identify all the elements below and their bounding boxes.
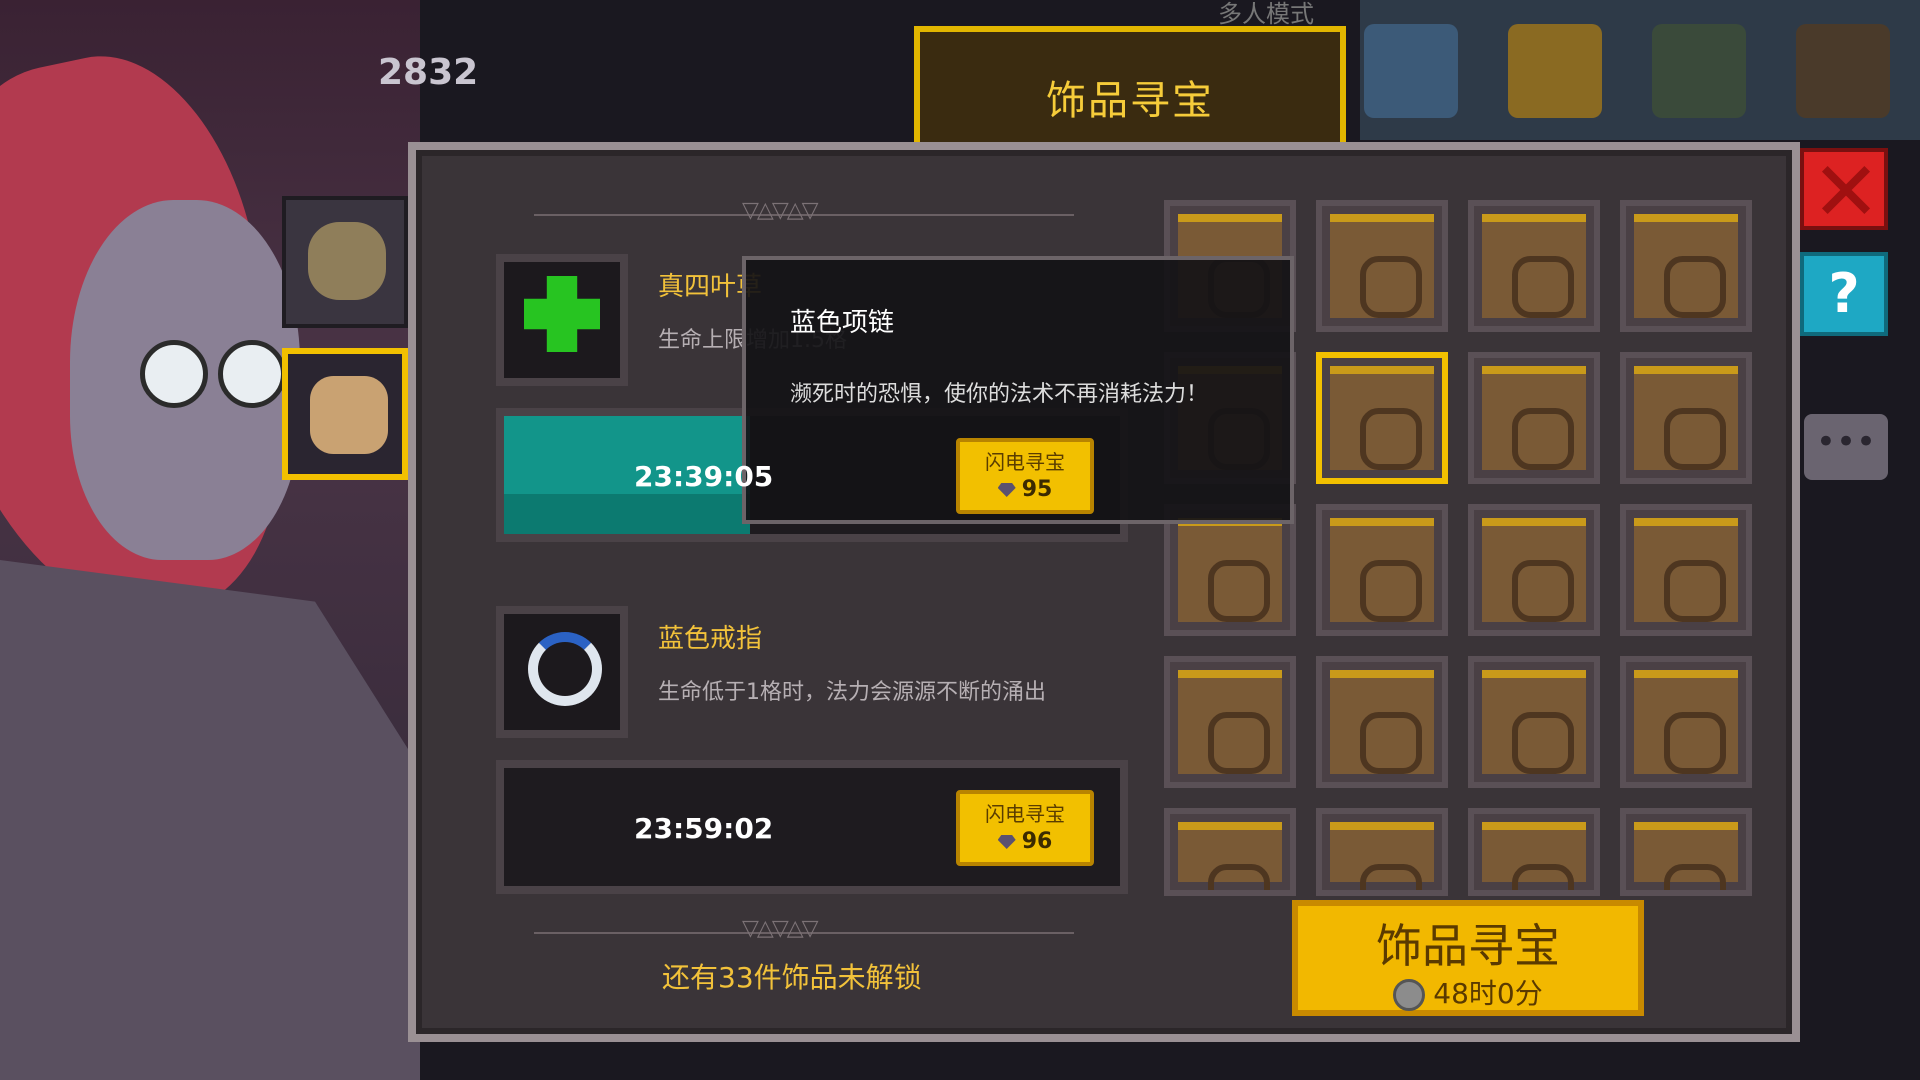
accessory-slot[interactable] (1620, 808, 1752, 896)
accessory-glyph-icon (1360, 560, 1422, 622)
close-button[interactable] (1800, 148, 1888, 230)
flash-button-label: 闪电寻宝 (985, 450, 1065, 474)
timer-bar: 23:59:02 闪电寻宝 96 (496, 760, 1128, 894)
accessory-slot[interactable] (1620, 504, 1752, 636)
accessory-slot[interactable] (1316, 656, 1448, 788)
scroll-icon (1482, 366, 1586, 470)
gem-icon (997, 483, 1016, 497)
scroll-icon (1178, 822, 1282, 890)
accessory-slot[interactable] (1316, 352, 1448, 484)
flash-cost-value: 95 (1021, 477, 1053, 502)
scroll-icon (1634, 822, 1738, 890)
accessory-glyph-icon (1208, 560, 1270, 622)
flash-button-cost: 95 (960, 477, 1090, 502)
shop-cart-icon[interactable] (1508, 24, 1602, 118)
scroll-icon (1482, 214, 1586, 318)
accessory-glyph-icon (1664, 864, 1726, 890)
divider-ornament-bottom: ▽△▽△▽ (742, 916, 819, 941)
title-text: 饰品寻宝 (1046, 78, 1214, 124)
scroll-icon (1482, 822, 1586, 890)
currency-counter: 2832 (378, 52, 479, 93)
divider-ornament-top: ▽△▽△▽ (742, 198, 819, 223)
accessory-slot[interactable] (1316, 504, 1448, 636)
treasure-hunt-time: 48时0分 (1298, 972, 1638, 1012)
ring-icon (528, 632, 602, 706)
accessory-slot[interactable] (1316, 200, 1448, 332)
accessory-glyph-icon (1664, 560, 1726, 622)
scroll-icon (1330, 822, 1434, 890)
accessory-slot[interactable] (1620, 200, 1752, 332)
accessory-slot[interactable] (1468, 504, 1600, 636)
locked-count-text: 还有33件饰品未解锁 (662, 961, 922, 994)
scroll-icon (1178, 670, 1282, 774)
accessory-glyph-icon (1664, 408, 1726, 470)
scroll-icon (1330, 518, 1434, 622)
title-tab: 饰品寻宝 (914, 26, 1346, 144)
item-icon-clover (496, 254, 628, 386)
pouch-icon (308, 222, 386, 300)
flash-cost-value: 96 (1021, 829, 1053, 854)
accessory-glyph-icon (1512, 712, 1574, 774)
flash-button-cost: 96 (960, 829, 1090, 854)
backpack-icon[interactable] (1796, 24, 1890, 118)
accessory-glyph-icon (1512, 256, 1574, 318)
item-icon-ring (496, 606, 628, 738)
scroll-icon (1330, 214, 1434, 318)
item-name: 蓝色戒指 (658, 624, 763, 654)
accessory-slot[interactable] (1620, 656, 1752, 788)
tab-character[interactable] (282, 348, 408, 480)
accessory-glyph-icon (1512, 408, 1574, 470)
accessory-glyph-icon (1208, 712, 1270, 774)
accessory-glyph-icon (1664, 712, 1726, 774)
accessory-glyph-icon (1208, 864, 1270, 890)
character-portrait-icon (310, 376, 388, 454)
scroll-icon (1634, 670, 1738, 774)
accessory-slot[interactable] (1316, 808, 1448, 896)
scroll-icon (1634, 214, 1738, 318)
accessory-glyph-icon (1360, 256, 1422, 318)
accessory-slot[interactable] (1468, 656, 1600, 788)
character-glasses-right (218, 340, 286, 408)
character-glasses-left (140, 340, 208, 408)
accessory-glyph-icon (1360, 408, 1422, 470)
accessory-slot[interactable] (1164, 808, 1296, 896)
accessory-glyph-icon (1664, 256, 1726, 318)
timer-text: 23:59:02 (634, 812, 774, 845)
clover-icon (524, 276, 600, 352)
accessory-slot[interactable] (1468, 808, 1600, 896)
treasure-hunt-time-value: 48时0分 (1433, 977, 1543, 1010)
tab-pouch[interactable] (282, 196, 408, 328)
clock-icon (1393, 979, 1426, 1011)
mode-text: 多人模式 (1218, 0, 1314, 28)
accessory-glyph-icon (1360, 864, 1422, 890)
scroll-icon (1178, 518, 1282, 622)
accessory-glyph-icon (1360, 712, 1422, 774)
scroll-icon (1482, 518, 1586, 622)
item-desc: 生命低于1格时，法力会源源不断的涌出 (658, 680, 1046, 705)
accessory-slot[interactable] (1620, 352, 1752, 484)
gem-icon (997, 835, 1016, 849)
accessory-slot[interactable] (1468, 200, 1600, 332)
chat-button[interactable]: ••• (1804, 414, 1888, 480)
treasure-hunt-button[interactable]: 饰品寻宝 48时0分 (1292, 900, 1644, 1016)
scroll-icon (1634, 366, 1738, 470)
flash-button-label: 闪电寻宝 (985, 802, 1065, 826)
accessory-glyph-icon (1512, 560, 1574, 622)
accessory-slot[interactable] (1468, 352, 1600, 484)
accessory-slot[interactable] (1164, 656, 1296, 788)
scroll-icon (1482, 670, 1586, 774)
flash-treasure-button[interactable]: 闪电寻宝 95 (956, 438, 1094, 514)
flash-treasure-button[interactable]: 闪电寻宝 96 (956, 790, 1094, 866)
list-menu-icon[interactable] (1652, 24, 1746, 118)
scroll-icon (1634, 518, 1738, 622)
scroll-icon (1330, 366, 1434, 470)
help-button[interactable]: ? (1800, 252, 1888, 336)
scroll-icon (1330, 670, 1434, 774)
tooltip-desc: 濒死时的恐惧，使你的法术不再消耗法力！ (790, 382, 1209, 407)
timer-text: 23:39:05 (634, 460, 774, 493)
accessory-glyph-icon (1512, 864, 1574, 890)
treasure-hunt-label: 饰品寻宝 (1376, 919, 1560, 973)
treasure-chest-icon[interactable] (1364, 24, 1458, 118)
tooltip-title: 蓝色项链 (790, 308, 895, 338)
